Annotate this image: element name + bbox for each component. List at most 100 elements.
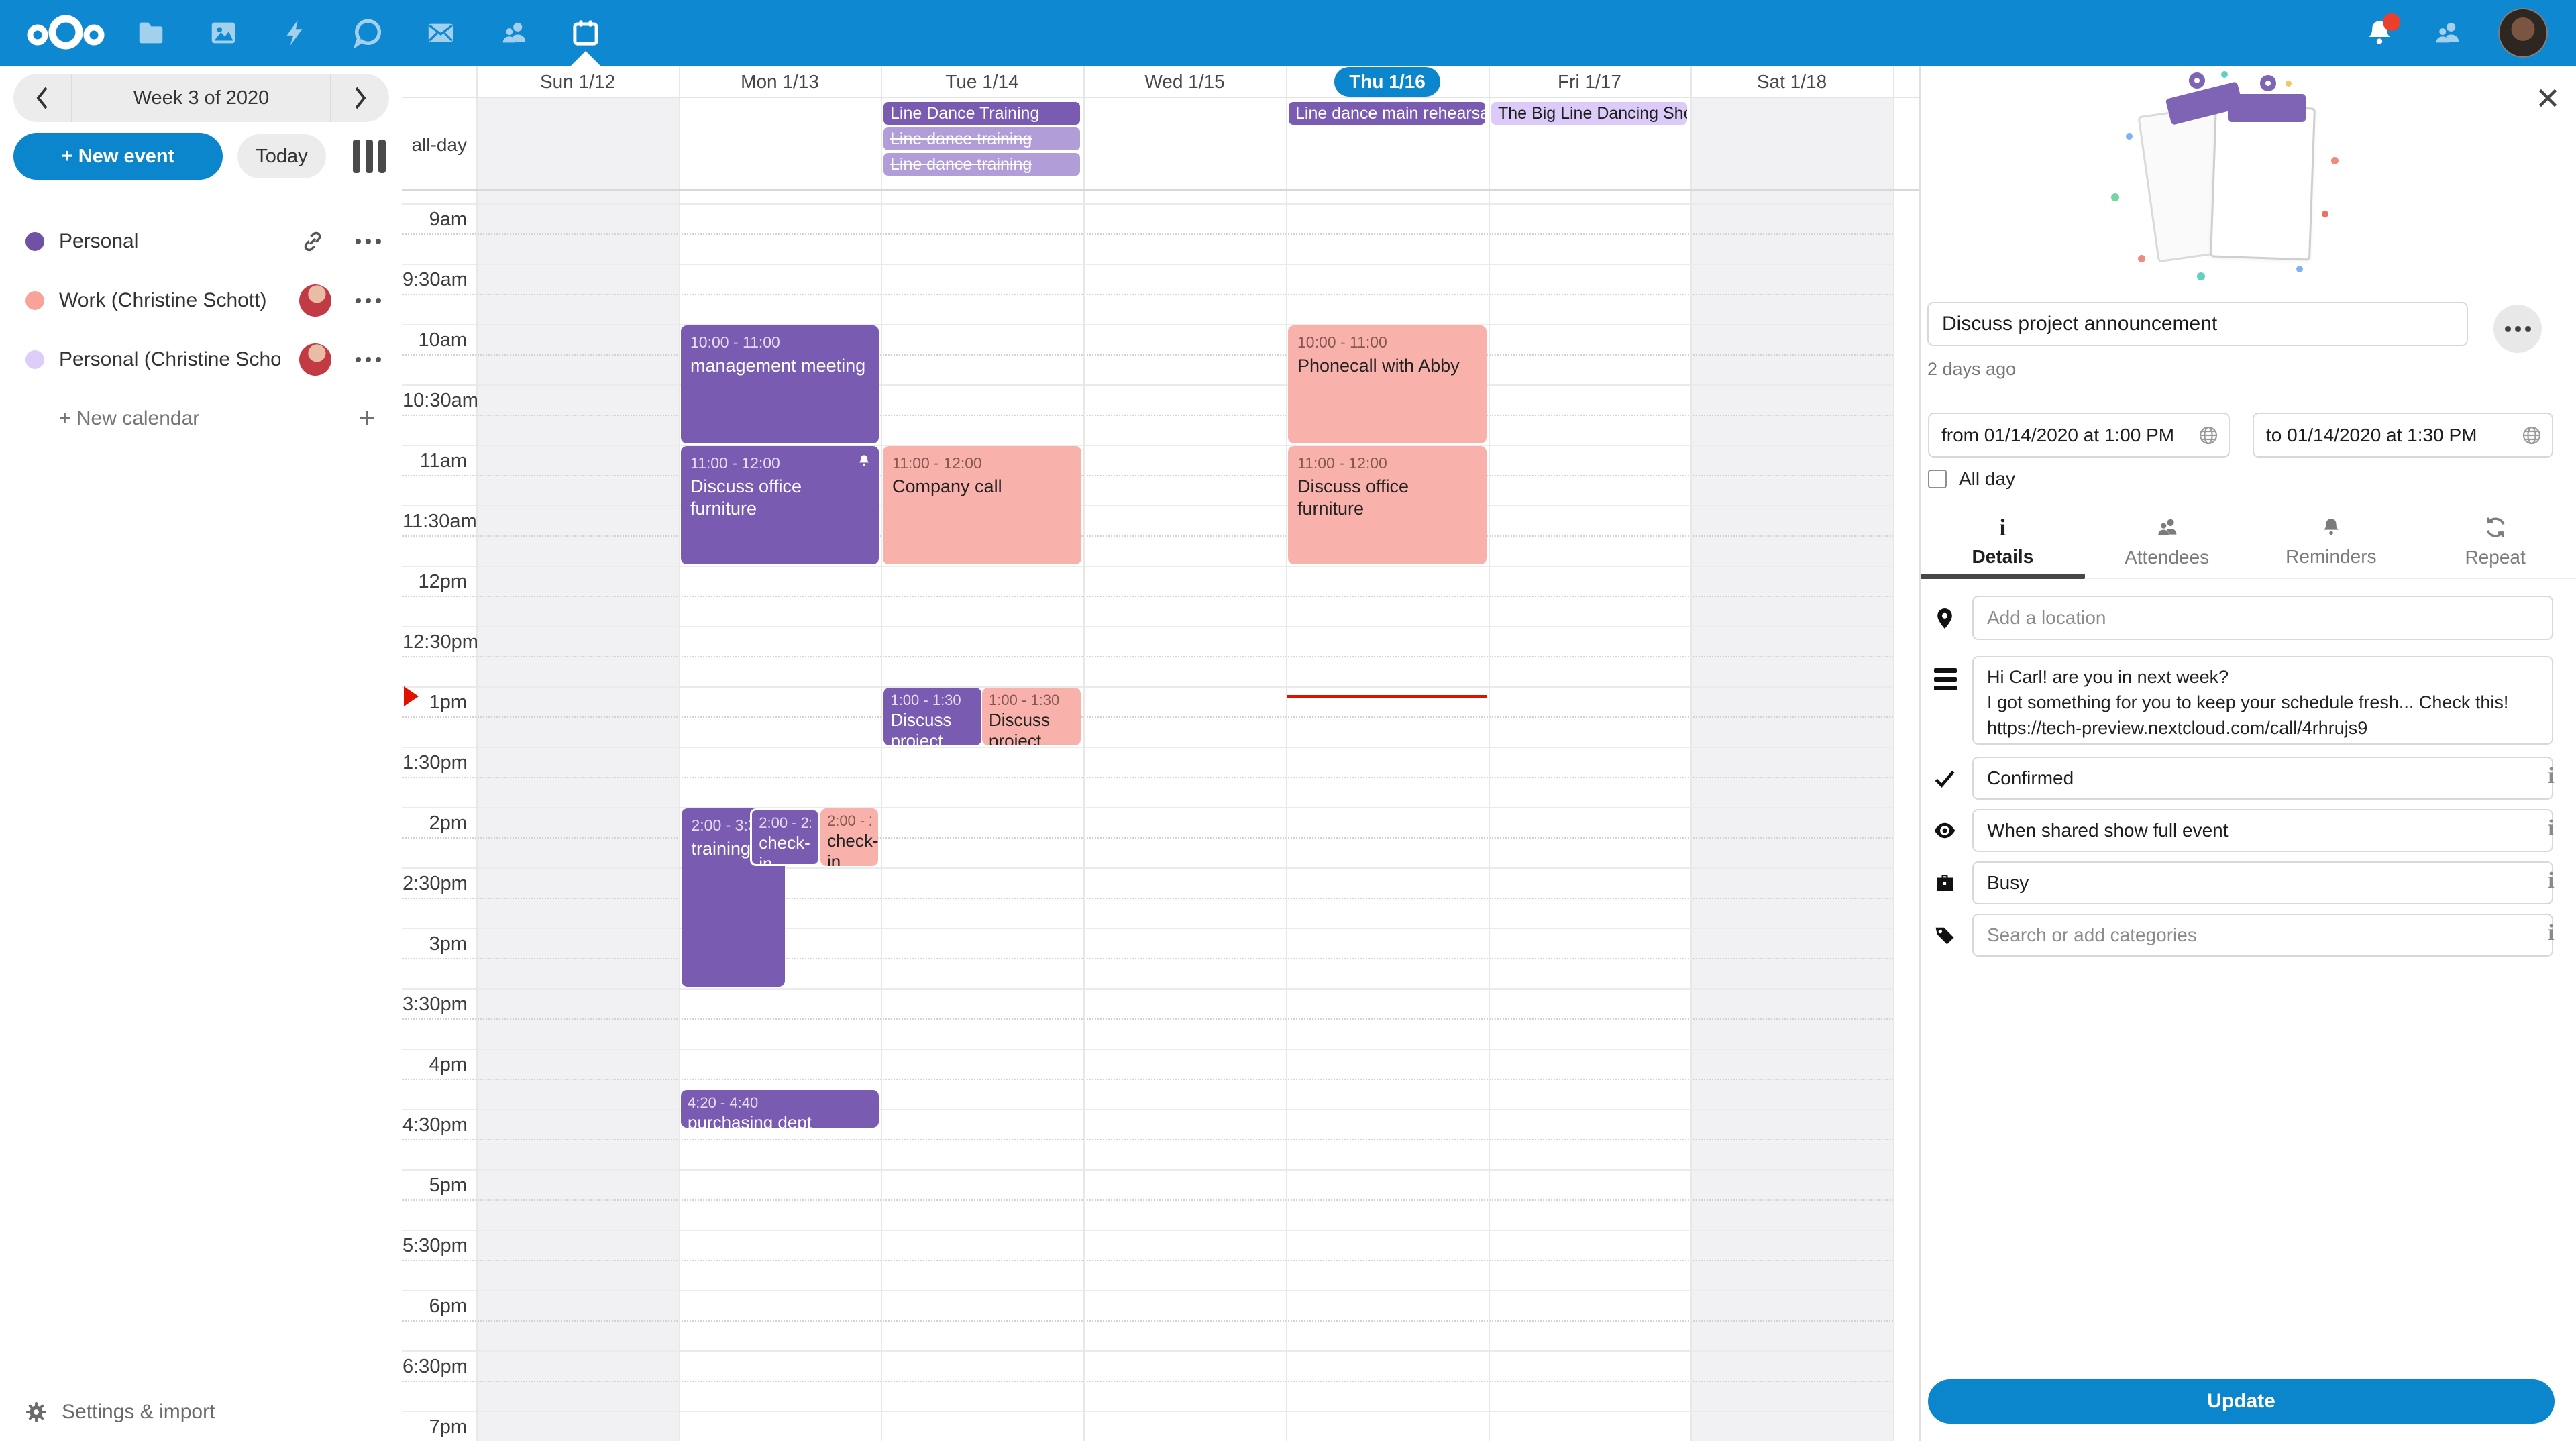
tab-attendees[interactable]: Attendees [2085,505,2249,578]
visibility-eye-icon [1933,818,1957,843]
close-icon[interactable] [2534,85,2561,111]
allday-event[interactable]: Line dance training [883,127,1080,150]
time-label: 7pm [402,1416,467,1438]
today-button[interactable]: Today [237,134,326,178]
update-button[interactable]: Update [1928,1379,2555,1424]
time-label: 2:30pm [402,873,467,895]
day-header-sun[interactable]: Sun 1/12 [476,66,679,98]
categories-info-icon[interactable]: i [2541,920,2561,946]
previous-week-button[interactable] [13,74,71,122]
calendar-event[interactable]: 4:20 - 4:40purchasing dept [681,1090,879,1128]
week-label[interactable]: Week 3 of 2020 [72,87,330,109]
description-textarea[interactable]: Hi Carl! are you in next week? I got som… [1972,656,2553,745]
contacts-icon[interactable] [498,17,529,48]
allday-event[interactable]: The Big Line Dancing Show [1491,102,1687,125]
calendar-app-icon[interactable] [570,17,601,48]
event-time: 1:00 - 1:30 [989,691,1074,710]
day-header-sat[interactable]: Sat 1/18 [1690,66,1893,98]
freebusy-info-icon[interactable]: i [2541,868,2561,894]
nextcloud-logo[interactable] [25,12,106,54]
status-info-icon[interactable]: i [2541,763,2561,789]
talk-icon[interactable] [353,17,384,48]
settings-import-button[interactable]: Settings & import [0,1389,402,1436]
calendar-event[interactable]: 11:00 - 12:00Company call [883,446,1081,564]
quarter-line [402,898,1893,899]
calendar-actions-icon[interactable] [356,298,381,303]
time-label: 3pm [402,933,467,955]
event-start-input[interactable]: from 01/14/2020 at 1:00 PM [1928,413,2230,458]
time-label: 6:30pm [402,1356,467,1378]
new-event-button[interactable]: + New event [13,133,223,180]
activity-icon[interactable] [280,17,311,48]
event-editor-panel: 2 days ago from 01/14/2020 at 1:00 PM to… [1919,66,2576,1441]
quarter-line [402,958,1893,959]
quarter-line [402,656,1893,657]
view-switcher-icon[interactable] [347,140,390,173]
allday-event[interactable]: Line dance training [883,153,1080,176]
day-header-fri[interactable]: Fri 1/17 [1489,66,1690,98]
status-select[interactable]: Confirmed [1972,757,2553,800]
mail-icon[interactable] [425,17,456,48]
freebusy-select[interactable]: Busy [1972,861,2553,904]
day-header-thu[interactable]: Thu 1/16 [1286,66,1489,98]
day-header-mon[interactable]: Mon 1/13 [679,66,881,98]
hour-line [402,626,1893,627]
calendar-event[interactable]: 2:00 - 2:30check-in [820,808,878,866]
calendar-event[interactable]: 11:00 - 12:00Discuss office furniture [681,446,879,564]
calendar-event[interactable]: 1:00 - 1:30Discuss project [982,688,1081,745]
visibility-info-icon[interactable]: i [2541,816,2561,841]
timezone-globe-icon[interactable] [2198,425,2219,446]
calendar-item-personal-christine[interactable]: Personal (Christine Scho…) [0,330,402,389]
left-sidebar: Week 3 of 2020 + New event Today Persona… [0,66,402,1441]
checkbox[interactable] [1928,470,1947,488]
calendar-actions-icon[interactable] [356,239,381,244]
allday-event[interactable]: Line dance main rehearsal [1289,102,1485,125]
contacts-menu-icon[interactable] [2431,17,2462,48]
tab-details[interactable]: i Details [1921,505,2085,578]
tab-repeat[interactable]: Repeat [2413,505,2576,578]
quarter-line [402,233,1893,235]
day-header-wed[interactable]: Wed 1/15 [1083,66,1286,98]
categories-input[interactable]: Search or add categories [1972,914,2553,957]
calendar-color-dot [25,350,44,369]
event-actions-button[interactable] [2493,305,2542,353]
quarter-line [402,1079,1893,1080]
column-divider [679,66,680,1441]
hour-line [402,505,1893,506]
user-avatar[interactable] [2498,8,2548,58]
quarter-line [402,1018,1893,1020]
quarter-line [402,1199,1893,1201]
next-week-button[interactable] [331,74,389,122]
location-input[interactable]: Add a location [1972,596,2553,640]
calendar-event[interactable]: 10:00 - 11:00management meeting [681,325,879,443]
calendar-event[interactable]: 2:00 - 2:30check-in [750,808,819,866]
time-label: 5:30pm [402,1235,467,1257]
calendar-event[interactable]: 10:00 - 11:00Phonecall with Abby [1288,325,1487,443]
quarter-line [402,777,1893,778]
calendar-actions-icon[interactable] [356,357,381,362]
files-icon[interactable] [136,17,166,48]
time-label: 2pm [402,812,467,835]
people-icon [2154,515,2180,540]
photos-icon[interactable] [208,17,239,48]
timezone-globe-icon[interactable] [2521,425,2542,446]
calendar-item-work-christine[interactable]: Work (Christine Schott) [0,271,402,330]
visibility-select[interactable]: When shared show full event [1972,809,2553,852]
tab-reminders[interactable]: Reminders [2249,505,2414,578]
calendar-event[interactable]: 1:00 - 1:30Discuss project announcement [883,688,981,745]
share-link-icon[interactable] [301,229,325,254]
top-bar [0,0,2576,66]
event-end-input[interactable]: to 01/14/2020 at 1:30 PM [2253,413,2553,458]
calendar-item-personal[interactable]: Personal [0,212,402,271]
day-header-tue[interactable]: Tue 1/14 [881,66,1083,98]
allday-event[interactable]: Line Dance Training [883,102,1080,125]
event-title: Discuss office furniture [1297,476,1477,520]
calendar-event[interactable]: 11:00 - 12:00Discuss office furniture [1288,446,1487,564]
calendar-color-dot [25,291,44,310]
all-day-checkbox[interactable]: All day [1928,468,2015,490]
repeat-icon [2483,515,2508,540]
new-calendar-button[interactable]: + New calendar + [0,389,402,448]
event-title-input[interactable] [1927,302,2468,346]
time-label: 3:30pm [402,994,467,1016]
notifications-bell-icon[interactable] [2364,17,2395,48]
